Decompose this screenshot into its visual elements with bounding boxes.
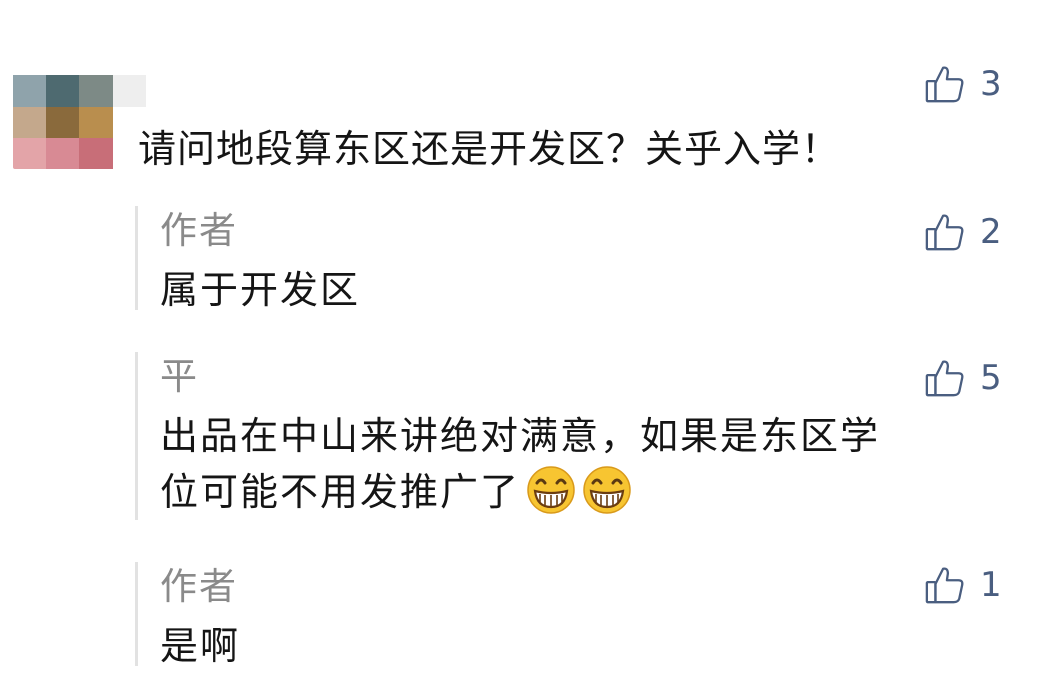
reply-text: 是啊 xyxy=(160,624,241,668)
like-button[interactable]: 1 xyxy=(924,563,1002,607)
like-button[interactable]: 5 xyxy=(924,356,1002,400)
reply-text: 出品在中山来讲绝对满意，如果是东区学 位可能不用发推广了 xyxy=(160,408,990,520)
reply-author[interactable]: 平 xyxy=(160,352,199,402)
grinning-emoji xyxy=(582,465,632,515)
thumbs-up-icon xyxy=(924,63,966,105)
thumbs-up-icon xyxy=(924,357,966,399)
reply-author[interactable]: 作者 xyxy=(160,206,238,256)
reply-author[interactable]: 作者 xyxy=(160,562,238,612)
like-count: 2 xyxy=(980,212,1002,252)
reply-item: 作者 是啊 xyxy=(135,562,1018,668)
thumbs-up-icon xyxy=(924,564,966,606)
like-count: 3 xyxy=(980,64,1002,104)
reply-item: 平 出品在中山来讲绝对满意，如果是东区学 位可能不用发推广了 xyxy=(135,352,1018,520)
grinning-emoji xyxy=(526,465,576,515)
like-count: 5 xyxy=(980,358,1002,398)
reply-text-body: 出品在中山来讲绝对满意，如果是东区学 位可能不用发推广了 xyxy=(160,414,881,514)
reply-item: 作者 属于开发区 xyxy=(135,206,1018,312)
like-count: 1 xyxy=(980,565,1002,605)
comment-text: 请问地段算东区还是开发区？关乎入学！ xyxy=(138,127,841,171)
like-button[interactable]: 2 xyxy=(924,210,1002,254)
reply-text: 属于开发区 xyxy=(160,268,361,312)
thumbs-up-icon xyxy=(924,211,966,253)
like-button[interactable]: 3 xyxy=(924,62,1002,106)
